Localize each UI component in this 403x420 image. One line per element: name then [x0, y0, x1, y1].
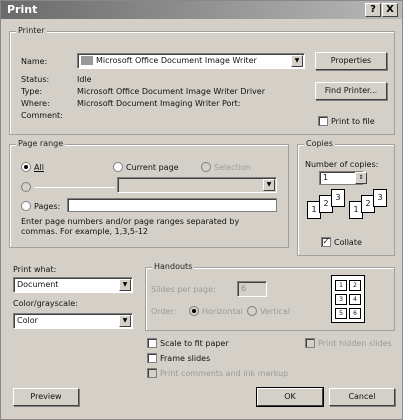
- title-bar: Print ? X: [1, 1, 402, 19]
- disabled-option-placeholder: [35, 187, 115, 188]
- collate-checkbox[interactable]: ✓: [321, 237, 331, 247]
- color-grayscale-value: Color: [17, 316, 38, 325]
- help-button[interactable]: ?: [365, 3, 381, 17]
- print-what-select[interactable]: Document ▼: [13, 277, 133, 293]
- current-page-radio[interactable]: [113, 162, 123, 172]
- chevron-down-icon: ▼: [119, 279, 131, 291]
- selection-radio[interactable]: [201, 162, 211, 172]
- print-comments-checkbox[interactable]: [147, 368, 157, 378]
- color-grayscale-select[interactable]: Color ▼: [13, 313, 133, 329]
- type-label: Type:: [21, 87, 43, 96]
- slides-per-page-label: Slides per page:: [151, 285, 216, 294]
- comment-label: Comment:: [21, 111, 63, 120]
- where-value: Microsoft Document Imaging Writer Port:: [77, 99, 241, 108]
- slides-per-page-value: 6: [241, 284, 247, 293]
- order-label: Order:: [151, 307, 177, 316]
- preview-button[interactable]: Preview: [13, 388, 79, 406]
- handout-thumb: 2: [349, 280, 361, 291]
- custom-show-radio[interactable]: [21, 182, 31, 192]
- handout-thumb: 6: [349, 308, 361, 319]
- close-button[interactable]: X: [382, 3, 398, 17]
- dialog-title: Print: [7, 3, 38, 16]
- handout-thumb: 1: [335, 280, 347, 291]
- collate-page-icon: 3: [331, 189, 345, 207]
- printer-name-value: Microsoft Office Document Image Writer: [96, 56, 257, 65]
- scale-to-fit-label: Scale to fit paper: [160, 339, 229, 348]
- status-value: Idle: [77, 75, 92, 84]
- status-label: Status:: [21, 75, 50, 84]
- print-hidden-slides-checkbox[interactable]: [305, 338, 315, 348]
- printer-name-label: Name:: [21, 57, 48, 66]
- current-page-label: Current page: [126, 163, 179, 172]
- collate-label: Collate: [334, 238, 362, 247]
- pages-radio[interactable]: [21, 201, 31, 211]
- cancel-button[interactable]: Cancel: [329, 388, 395, 406]
- all-label: All: [34, 163, 44, 172]
- frame-slides-label: Frame slides: [160, 354, 211, 363]
- print-what-label: Print what:: [13, 265, 57, 274]
- chevron-down-icon: ▼: [119, 315, 131, 327]
- handout-thumb: 4: [349, 294, 361, 305]
- vertical-radio[interactable]: [247, 306, 257, 316]
- page-range-label: Page range: [16, 139, 66, 148]
- collate-page-icon: 3: [373, 189, 387, 207]
- copies-value: 1: [323, 173, 329, 182]
- slides-per-page-select[interactable]: 6: [237, 281, 267, 297]
- handouts-label: Handouts: [152, 262, 195, 271]
- type-value: Microsoft Office Document Image Writer D…: [77, 87, 265, 96]
- print-comments-label: Print comments and ink markup: [160, 369, 289, 378]
- printer-group-label: Printer: [16, 26, 47, 35]
- page-range-hint: Enter page numbers and/or page ranges se…: [21, 217, 240, 236]
- printer-name-select[interactable]: Microsoft Office Document Image Writer ▼: [77, 53, 305, 69]
- selection-label: Selection: [214, 163, 251, 172]
- print-what-value: Document: [17, 280, 59, 289]
- vertical-label: Vertical: [260, 307, 290, 316]
- properties-button[interactable]: Properties: [315, 52, 387, 70]
- all-radio[interactable]: [21, 162, 31, 172]
- print-hidden-slides-label: Print hidden slides: [318, 339, 392, 348]
- horizontal-label: Horizontal: [202, 307, 243, 316]
- printer-icon: [81, 56, 93, 65]
- custom-show-select[interactable]: ▼: [117, 177, 277, 193]
- copies-label: Copies: [304, 139, 335, 148]
- scale-to-fit-checkbox[interactable]: [147, 338, 157, 348]
- number-of-copies-label: Number of copies:: [305, 160, 379, 169]
- handout-preview: 1 2 3 4 5 6: [331, 275, 365, 323]
- ok-button[interactable]: OK: [256, 387, 324, 407]
- horizontal-radio[interactable]: [189, 306, 199, 316]
- color-grayscale-label: Color/grayscale:: [13, 299, 78, 308]
- print-to-file-checkbox[interactable]: [318, 116, 328, 126]
- where-label: Where:: [21, 99, 50, 108]
- handout-thumb: 5: [335, 308, 347, 319]
- print-dialog: Print ? X Printer Name: Microsoft Office…: [0, 0, 403, 420]
- pages-input[interactable]: [67, 198, 277, 212]
- spinner-arrows-icon[interactable]: ⇕: [355, 172, 367, 184]
- pages-label: Pages:: [34, 202, 61, 211]
- find-printer-button[interactable]: Find Printer...: [315, 82, 387, 100]
- print-to-file-label: Print to file: [331, 117, 375, 126]
- handout-thumb: 3: [335, 294, 347, 305]
- chevron-down-icon: ▼: [291, 55, 303, 67]
- frame-slides-checkbox[interactable]: [147, 353, 157, 363]
- chevron-down-icon: ▼: [263, 179, 275, 191]
